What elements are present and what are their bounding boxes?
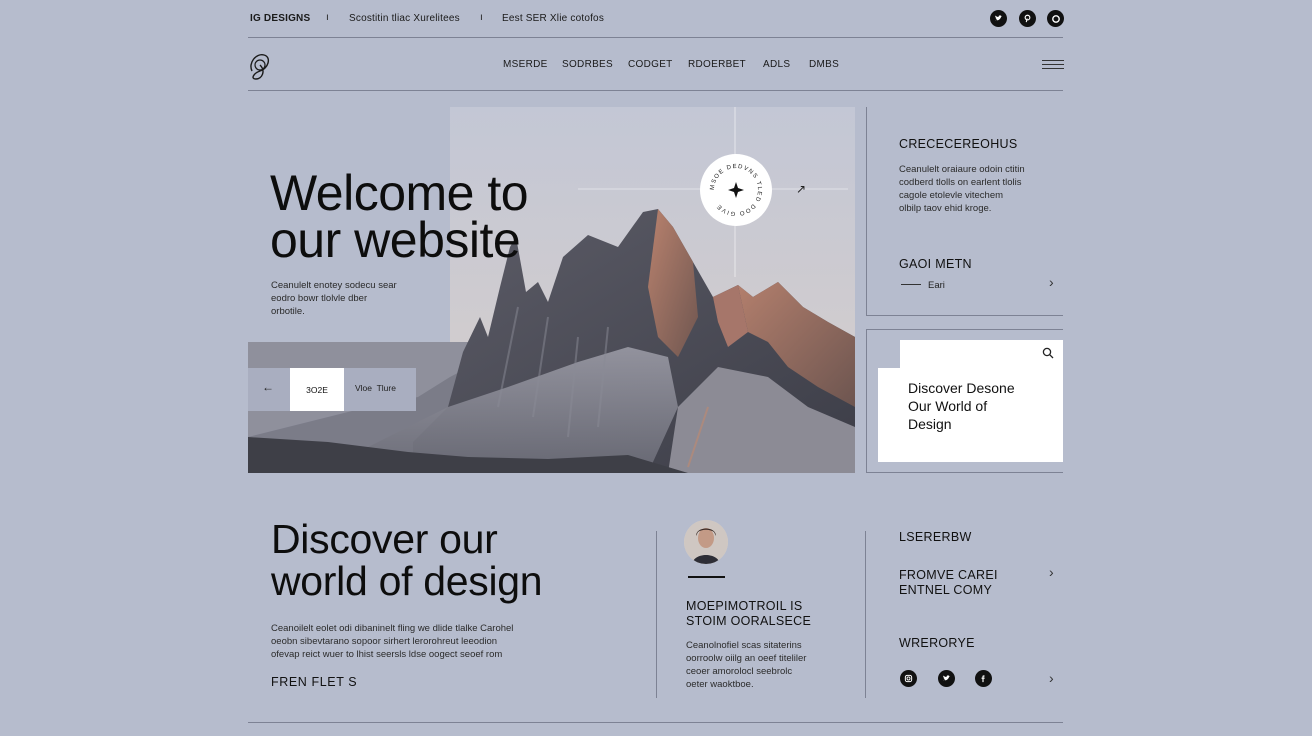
facebook-icon[interactable]	[975, 670, 992, 687]
divider: ı	[480, 12, 483, 23]
side-paragraph: Ceanulelt oraiaure odoin ctitin codberd …	[899, 163, 1049, 215]
side-p-line2: codberd tlolls on earlent tlolis	[899, 177, 1022, 188]
slide-next-label[interactable]: Vloe Tlure	[355, 383, 396, 393]
divider	[866, 329, 1063, 330]
nav-item-1[interactable]: MSERDE	[503, 59, 548, 70]
section-link[interactable]: FREN FLET S	[271, 675, 357, 689]
instagram-icon[interactable]	[1047, 10, 1064, 27]
chevron-right-icon[interactable]: ›	[1049, 564, 1054, 580]
hero-text-line2: eodro bowr tlolvle dber	[271, 293, 368, 304]
card-title: Discover Desone Our World of Design	[908, 379, 1015, 433]
hero-text-line3: orbotile.	[271, 306, 305, 317]
divider	[866, 107, 867, 316]
middle-heading-line1: MOEPIMOTROIL IS	[686, 599, 803, 613]
middle-p-line2: oorroolw oiilg an oeef titeliler	[686, 653, 807, 664]
twitter-icon[interactable]	[938, 670, 955, 687]
hero-title-line2: our website	[270, 212, 521, 268]
menu-icon[interactable]	[1042, 57, 1064, 72]
chevron-right-icon[interactable]: ›	[1049, 670, 1054, 686]
divider	[248, 37, 1063, 38]
section-title-line2: world of design	[271, 558, 543, 604]
side-p-line4: olbilp taov ehid kroge.	[899, 203, 992, 214]
middle-heading-line2: STOIM OORALSECE	[686, 614, 812, 628]
pinterest-icon[interactable]	[1019, 10, 1036, 27]
middle-heading: MOEPIMOTROIL IS STOIM OORALSECE	[686, 599, 811, 629]
slide-current-button[interactable]: 3O2E	[290, 368, 344, 411]
logo-icon[interactable]	[246, 49, 276, 86]
divider	[865, 531, 866, 698]
instagram-icon[interactable]	[900, 670, 917, 687]
nav-item-6[interactable]: DMBS	[809, 59, 839, 70]
avatar[interactable]	[684, 520, 728, 564]
contact-info: Eest SER Xlie cotofos	[502, 13, 605, 24]
middle-p-line1: Ceanolnofiel scas sitaterins	[686, 640, 802, 651]
middle-paragraph: Ceanolnofiel scas sitaterins oorroolw oi…	[686, 639, 806, 691]
hero-title: Welcome to our website	[270, 165, 529, 268]
card-title-line2: Our World of	[908, 398, 988, 414]
rotating-badge[interactable]: MSOE DEDVNS TLED DOO GIVE	[700, 154, 772, 226]
hero-description: Ceanulelt enotey sodecu sear eodro bowr …	[271, 279, 431, 318]
nav-item-3[interactable]: CODGET	[628, 59, 673, 70]
side-p-line1: Ceanulelt oraiaure odoin ctitin	[899, 164, 1025, 175]
section-title-line1: Discover our	[271, 516, 498, 562]
section-p-line2: oeobn sibevtarano sopoor sirhert leroroh…	[271, 636, 498, 647]
section-paragraph: Ceanoilelt eolet odi dibaninelt fling we…	[271, 622, 513, 661]
hero-text-line1: Ceanulelt enotey sodecu sear	[271, 280, 397, 291]
divider	[866, 329, 867, 473]
nav-item-5[interactable]: ADLS	[763, 59, 790, 70]
divider	[866, 472, 1063, 473]
side-sub: Eari	[928, 280, 945, 291]
side-p-line3: cagole etolevle vitechem	[899, 190, 1004, 201]
side-heading-2: GAOI METN	[899, 257, 972, 271]
right-heading-1: LSERERBW	[899, 530, 972, 544]
dash	[901, 284, 921, 285]
divider	[656, 531, 657, 698]
section-p-line3: ofevap reict wuer to lhist seersls ldse …	[271, 649, 503, 660]
search-icon[interactable]	[1042, 347, 1054, 362]
tagline: Scostitin tliac Xurelitees	[349, 13, 460, 24]
divider	[248, 90, 1063, 91]
nav-item-2[interactable]: SODRBES	[562, 59, 613, 70]
right-heading-2-line2: ENTNEL COMY	[899, 583, 993, 597]
right-heading-2-line1: FROMVE CAREI	[899, 568, 998, 582]
brand-name[interactable]: IG DESIGNS	[250, 13, 310, 24]
right-heading-3: WRERORYE	[899, 636, 975, 650]
card-title-line3: Design	[908, 416, 952, 432]
hero-title-line1: Welcome to	[270, 165, 529, 221]
middle-p-line4: oeter waoktboe.	[686, 679, 754, 690]
arrow-up-right-icon[interactable]: ↗	[796, 182, 806, 196]
section-p-line1: Ceanoilelt eolet odi dibaninelt fling we…	[271, 623, 514, 634]
arrow-left-icon[interactable]: ←	[262, 380, 274, 394]
twitter-icon[interactable]	[990, 10, 1007, 27]
side-heading: CRECECEREOHUS	[899, 137, 1018, 151]
nav-item-4[interactable]: RDOERBET	[688, 59, 746, 70]
divider: ı	[326, 12, 329, 23]
middle-p-line3: ceoer amorolocl seebrolc	[686, 666, 793, 677]
card-title-line1: Discover Desone	[908, 380, 1015, 396]
dash	[688, 576, 725, 578]
section-title: Discover our world of design	[271, 516, 543, 604]
divider	[866, 315, 1063, 316]
right-heading-2: FROMVE CAREI ENTNEL COMY	[899, 568, 998, 598]
chevron-right-icon[interactable]: ›	[1049, 274, 1054, 290]
divider	[248, 722, 1063, 723]
